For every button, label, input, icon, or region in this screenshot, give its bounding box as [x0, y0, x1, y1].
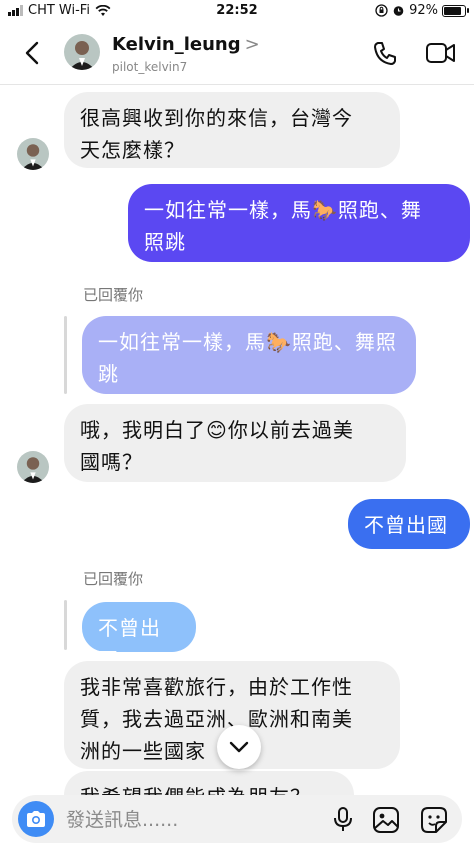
contact-handle: pilot_kelvin7	[112, 60, 188, 74]
message-composer	[12, 795, 462, 843]
gallery-button[interactable]	[372, 806, 400, 834]
camera-button[interactable]	[18, 801, 54, 837]
camera-icon	[27, 811, 45, 827]
battery-percent: 92%	[409, 3, 438, 18]
reply-quote[interactable]: 一如往常一樣，馬🐎照跑、舞照 跳	[82, 316, 416, 394]
video-call-button[interactable]	[424, 38, 458, 68]
avatar[interactable]	[17, 451, 49, 483]
reply-indicator	[64, 600, 67, 650]
sent-message[interactable]: 一如往常一樣，馬🐎照跑、舞 照跳	[128, 184, 470, 262]
phone-call-button[interactable]	[370, 38, 400, 68]
battery-icon	[442, 4, 469, 17]
orientation-lock-icon	[375, 4, 388, 17]
reply-quote[interactable]: 不曾出國	[82, 602, 196, 672]
alarm-icon	[393, 6, 404, 16]
sticker-button[interactable]	[420, 806, 448, 834]
received-message[interactable]: 哦，我明白了😊你以前去過美 國嗎？	[64, 404, 406, 482]
scroll-to-bottom-button[interactable]	[217, 725, 261, 769]
contact-name[interactable]: Kelvin_leung >	[112, 34, 260, 55]
message-input[interactable]	[64, 803, 308, 837]
avatar[interactable]	[64, 34, 100, 70]
reply-indicator	[64, 316, 67, 394]
chevron-right-icon: >	[244, 34, 260, 55]
microphone-button[interactable]	[330, 806, 356, 832]
chevron-down-icon	[229, 741, 249, 753]
chat-header: Kelvin_leung > pilot_kelvin7	[0, 22, 474, 85]
status-bar: CHT Wi-Fi 22:52 92%	[0, 0, 474, 22]
received-message[interactable]: 很高興收到你的來信，台灣今 天怎麼樣？	[64, 92, 400, 168]
replied-label: 已回覆你	[83, 570, 144, 588]
avatar[interactable]	[17, 138, 49, 170]
replied-label: 已回覆你	[83, 286, 144, 304]
back-arrow-icon[interactable]	[18, 38, 48, 68]
sent-message[interactable]: 不曾出國	[348, 499, 470, 549]
